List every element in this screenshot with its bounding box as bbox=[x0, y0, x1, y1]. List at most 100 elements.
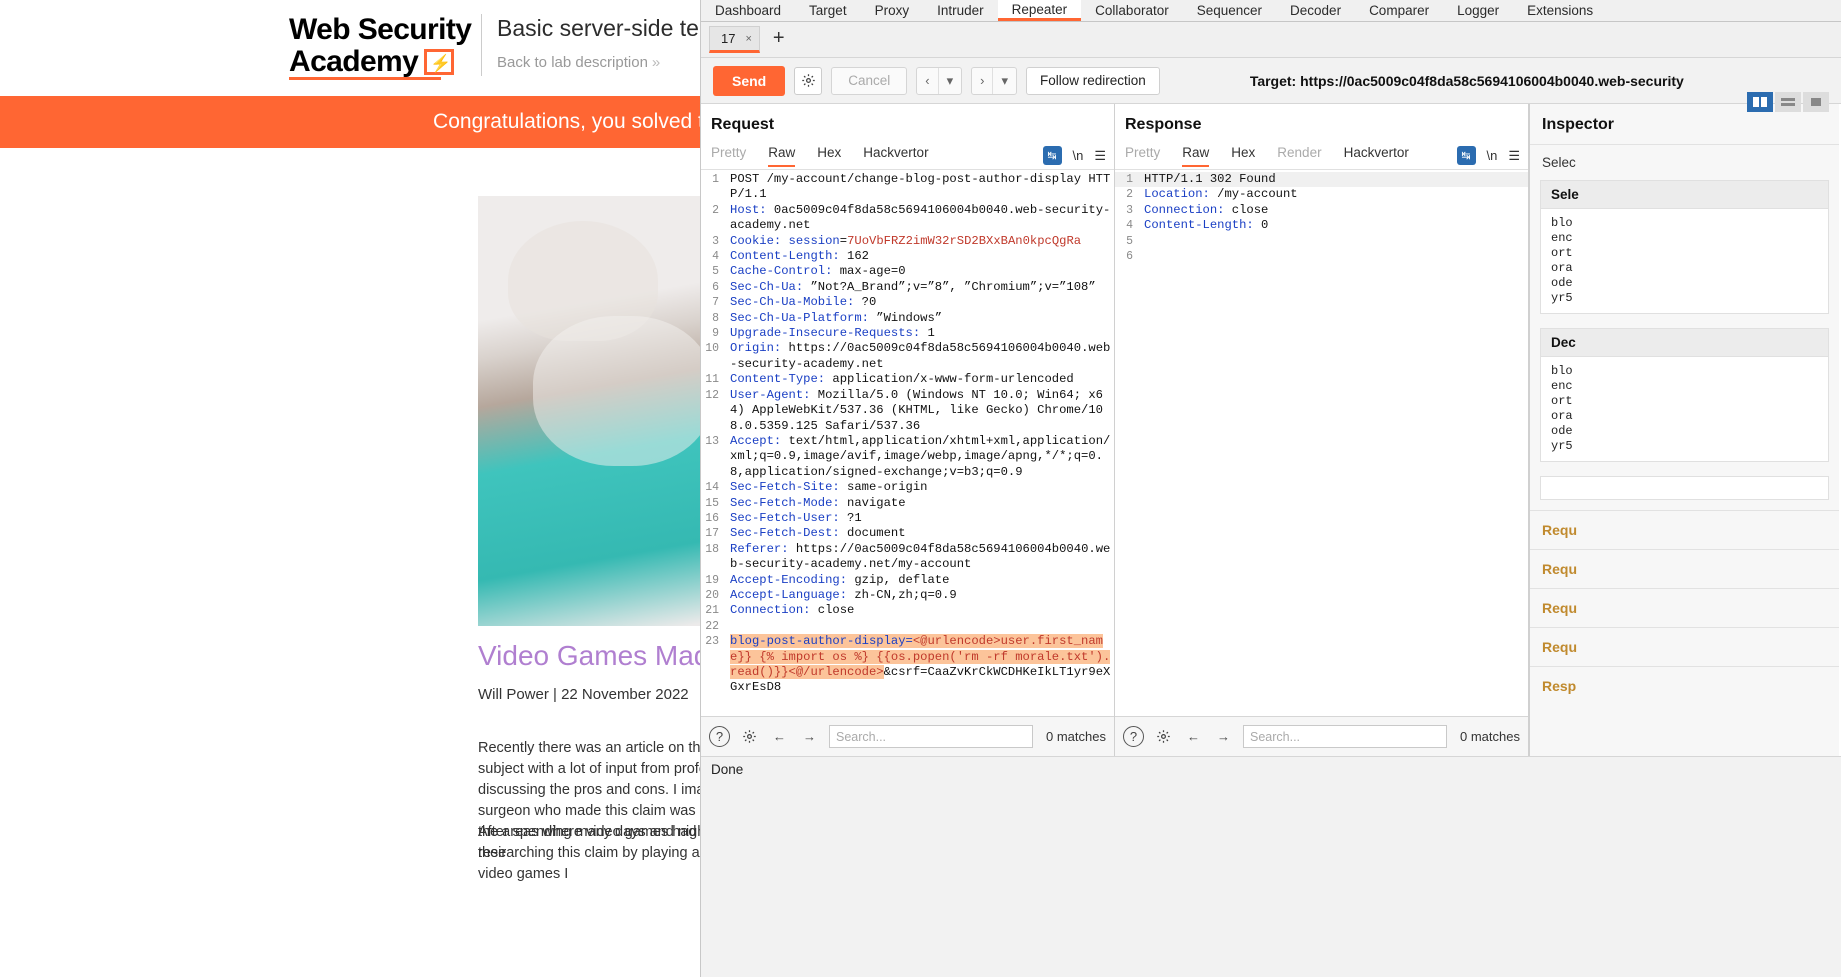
main-tab-decoder[interactable]: Decoder bbox=[1276, 0, 1355, 21]
line-text: POST /my-account/change-blog-post-author… bbox=[730, 172, 1111, 202]
question-mark-icon[interactable]: ? bbox=[1123, 726, 1144, 747]
response-tab-hackvertor[interactable]: Hackvertor bbox=[1344, 145, 1409, 167]
response-tab-pretty[interactable]: Pretty bbox=[1125, 145, 1160, 167]
search-back-icon[interactable]: ← bbox=[769, 726, 790, 747]
main-tab-logger[interactable]: Logger bbox=[1443, 0, 1513, 21]
code-line: 2 Host: 0ac5009c04f8da58c5694106004b0040.… bbox=[701, 203, 1114, 234]
word-wrap-icon[interactable]: ↹ bbox=[1042, 146, 1062, 165]
response-editor[interactable]: 1 HTTP/1.1 302 Found 2 Location: /my-accoun… bbox=[1115, 170, 1528, 716]
main-tab-intruder[interactable]: Intruder bbox=[923, 0, 998, 21]
main-tab-dashboard[interactable]: Dashboard bbox=[701, 0, 795, 21]
repeater-tab-strip: 17 × + bbox=[701, 22, 1841, 58]
gear-icon[interactable] bbox=[794, 66, 823, 95]
response-search-input[interactable]: Search... bbox=[1243, 725, 1448, 748]
main-tab-comparer[interactable]: Comparer bbox=[1355, 0, 1443, 21]
layout-split-horizontal-button[interactable] bbox=[1775, 92, 1801, 112]
send-button[interactable]: Send bbox=[713, 65, 786, 96]
line-text: Connection: close bbox=[730, 603, 855, 618]
next-request-group[interactable]: › ▾ bbox=[971, 66, 1018, 95]
code-line: 13 Accept: text/html,application/xhtml+xm… bbox=[701, 434, 1114, 480]
line-text: Referer: https://0ac5009c04f8da58c569410… bbox=[730, 541, 1111, 572]
add-tab-button[interactable]: + bbox=[773, 28, 785, 51]
status-text: Done bbox=[711, 762, 744, 777]
inspector-row[interactable]: Requ bbox=[1530, 549, 1839, 588]
request-editor[interactable]: 1 POST /my-account/change-blog-post-autho… bbox=[701, 170, 1114, 716]
hamburger-menu-icon[interactable]: ☰ bbox=[1094, 148, 1106, 164]
gear-icon[interactable] bbox=[1153, 726, 1174, 747]
request-search-input[interactable]: Search... bbox=[829, 725, 1034, 748]
line-text: Content-Length: 162 bbox=[730, 249, 869, 264]
request-footer: ? ← → Search... 0 matches bbox=[701, 716, 1114, 756]
prev-request-button[interactable]: ‹ bbox=[917, 68, 937, 94]
response-tab-render[interactable]: Render bbox=[1277, 145, 1321, 167]
line-number: 5 bbox=[712, 265, 719, 279]
main-tab-target[interactable]: Target bbox=[795, 0, 861, 21]
line-number: 4 bbox=[1126, 219, 1133, 233]
inspector-panel: Inspector Selec Sele blo enc ort ora ode… bbox=[1529, 104, 1839, 756]
layout-split-vertical-button[interactable] bbox=[1747, 92, 1773, 112]
line-text bbox=[1139, 249, 1528, 264]
target-label: Target: https://0ac5009c04f8da58c5694106… bbox=[1249, 72, 1684, 89]
line-text: User-Agent: Mozilla/5.0 (Windows NT 10.0… bbox=[730, 387, 1104, 433]
line-text: Cookie: session=7UoVbFRZ2imW32rSD2BXxBAn… bbox=[730, 233, 1082, 248]
line-number: 22 bbox=[705, 619, 719, 633]
response-tools: ↹ \n ☰ bbox=[1456, 146, 1529, 165]
layout-single-pane-button[interactable] bbox=[1803, 92, 1829, 112]
cancel-button[interactable]: Cancel bbox=[831, 66, 908, 95]
word-wrap-icon[interactable]: ↹ bbox=[1456, 146, 1476, 165]
main-tab-sequencer[interactable]: Sequencer bbox=[1183, 0, 1276, 21]
request-tools: ↹ \n ☰ bbox=[1042, 146, 1115, 165]
request-tab-pretty[interactable]: Pretty bbox=[711, 145, 746, 167]
main-tab-collaborator[interactable]: Collaborator bbox=[1081, 0, 1183, 21]
line-text bbox=[1139, 234, 1528, 249]
main-tab-repeater[interactable]: Repeater bbox=[997, 0, 1082, 21]
line-number: 8 bbox=[712, 311, 719, 325]
inspector-row[interactable]: Requ bbox=[1530, 627, 1839, 666]
inspector-row[interactable]: Requ bbox=[1530, 510, 1839, 549]
line-text: HTTP/1.1 302 Found bbox=[1144, 172, 1276, 186]
main-tab-proxy[interactable]: Proxy bbox=[861, 0, 924, 21]
hamburger-menu-icon[interactable]: ☰ bbox=[1508, 148, 1520, 164]
gear-icon[interactable] bbox=[739, 726, 760, 747]
line-number: 21 bbox=[705, 604, 719, 618]
newline-toggle[interactable]: \n bbox=[1073, 148, 1084, 163]
code-line: 15 Sec-Fetch-Mode: navigate bbox=[701, 496, 1114, 511]
request-match-count: 0 matches bbox=[1046, 729, 1106, 744]
next-request-button[interactable]: › bbox=[972, 68, 992, 94]
request-tab-hackvertor[interactable]: Hackvertor bbox=[863, 145, 928, 167]
line-number: 13 bbox=[705, 434, 719, 448]
search-forward-icon[interactable]: → bbox=[1213, 726, 1234, 747]
follow-redirection-button[interactable]: Follow redirection bbox=[1026, 66, 1160, 95]
response-tab-raw[interactable]: Raw bbox=[1182, 145, 1210, 167]
prev-request-dropdown-icon[interactable]: ▾ bbox=[939, 68, 962, 94]
code-line: 8 Sec-Ch-Ua-Platform: ”Windows” bbox=[701, 311, 1114, 326]
prev-request-group[interactable]: ‹ ▾ bbox=[916, 66, 963, 95]
newline-toggle[interactable]: \n bbox=[1487, 148, 1498, 163]
repeater-tab-17[interactable]: 17 × bbox=[709, 26, 760, 53]
burp-suite-window: Dashboard Target Proxy Intruder Repeater Coll… bbox=[700, 0, 1841, 977]
inspector-blank-field[interactable] bbox=[1540, 476, 1829, 500]
close-icon[interactable]: × bbox=[745, 33, 751, 45]
web-security-academy-logo[interactable]: Web Security Academy bbox=[289, 14, 472, 80]
next-request-dropdown-icon[interactable]: ▾ bbox=[993, 68, 1016, 94]
main-tab-extensions[interactable]: Extensions bbox=[1513, 0, 1607, 21]
code-line: 14 Sec-Fetch-Site: same-origin bbox=[701, 480, 1114, 495]
response-tab-hex[interactable]: Hex bbox=[1231, 145, 1255, 167]
search-forward-icon[interactable]: → bbox=[799, 726, 820, 747]
code-line: 21 Connection: close bbox=[701, 603, 1114, 618]
request-tab-raw[interactable]: Raw bbox=[768, 145, 796, 167]
line-number: 7 bbox=[712, 296, 719, 310]
response-match-count: 0 matches bbox=[1460, 729, 1520, 744]
inspector-decoded-header: Dec bbox=[1540, 328, 1829, 357]
question-mark-icon[interactable]: ? bbox=[709, 726, 730, 747]
inspector-row[interactable]: Resp bbox=[1530, 666, 1839, 705]
inspector-subtitle: Selec bbox=[1542, 155, 1576, 170]
line-text: Host: 0ac5009c04f8da58c5694106004b0040.w… bbox=[730, 202, 1111, 233]
code-line: 5 Cache-Control: max-age=0 bbox=[701, 264, 1114, 279]
code-line: 3 Cookie: session=7UoVbFRZ2imW32rSD2BXxBA… bbox=[701, 234, 1114, 249]
line-number: 23 bbox=[705, 635, 719, 649]
search-back-icon[interactable]: ← bbox=[1183, 726, 1204, 747]
code-line: 18 Referer: https://0ac5009c04f8da58c5694… bbox=[701, 542, 1114, 573]
inspector-row[interactable]: Requ bbox=[1530, 588, 1839, 627]
request-tab-hex[interactable]: Hex bbox=[817, 145, 841, 167]
